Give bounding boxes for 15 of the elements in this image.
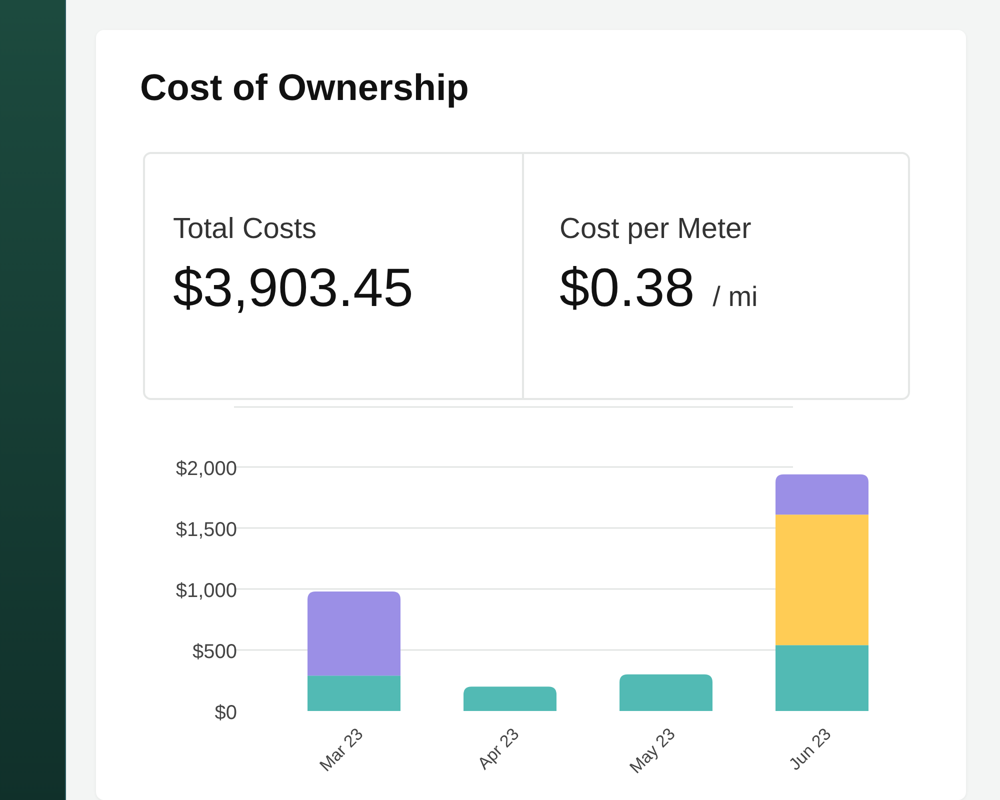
x-axis-label: Mar 23 [316,724,367,776]
y-axis-label: $1,000 [176,580,237,602]
y-axis-label: $500 [192,641,237,663]
y-axis-label: $0 [214,702,237,724]
x-axis-label: May 23 [626,724,679,778]
x-axis-label: Apr 23 [474,724,523,774]
x-axis-label: Jun 23 [785,724,835,774]
y-axis-label: $1,500 [176,519,237,541]
stat-label: Total Costs [173,212,318,246]
stat-unit: / mi [712,281,758,313]
card-title: Cost of Ownership [140,66,470,110]
stat-value: $0.38 [560,257,695,320]
y-axis-label: $2,000 [176,458,237,480]
stat-label: Cost per Meter [560,212,752,246]
stat-value: $3,903.45 [173,257,414,320]
